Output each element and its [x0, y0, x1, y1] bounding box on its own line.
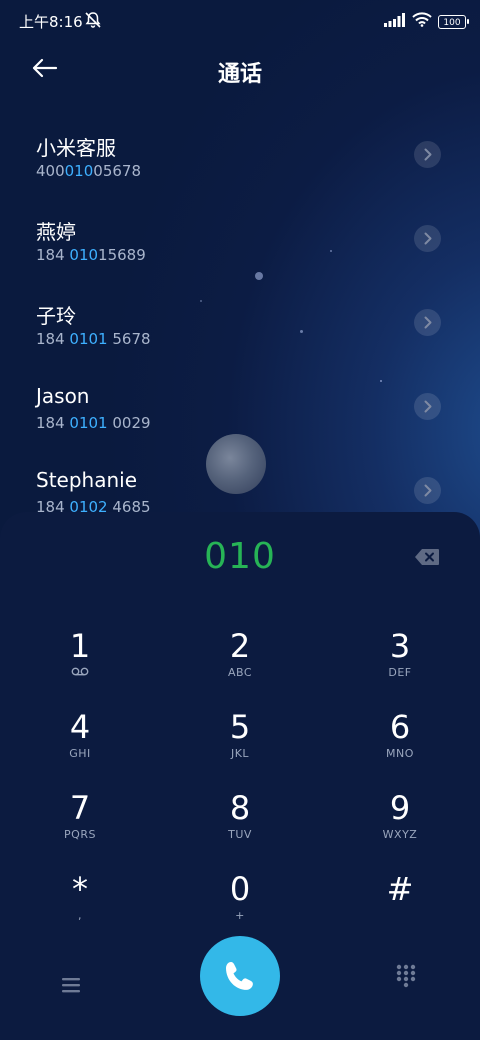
contact-name: 小米客服 — [36, 136, 116, 160]
key-0[interactable]: 0 + — [185, 865, 295, 937]
key-9[interactable]: 9 WXYZ — [345, 784, 455, 856]
battery-icon: 100 — [438, 14, 469, 29]
contact-item[interactable]: 子玲 184 0101 5678 — [0, 280, 480, 364]
key-4[interactable]: 4 GHI — [25, 703, 135, 775]
dial-entry[interactable]: 010 — [0, 536, 480, 577]
call-button[interactable] — [200, 936, 280, 1016]
dialpad-panel: 010 1 2 ABC 3 DEF 4 GHI 5 JKL 6 MNO 7 PQ… — [0, 512, 480, 1040]
key-3[interactable]: 3 DEF — [345, 622, 455, 694]
wifi-icon — [412, 12, 432, 31]
page-title: 通话 — [217, 62, 262, 87]
chevron-right-icon[interactable] — [414, 309, 441, 336]
contact-number: 184 01015689 — [36, 246, 146, 264]
contact-item[interactable]: 燕婷 184 01015689 — [0, 196, 480, 280]
contact-number: 184 0101 0029 — [36, 414, 151, 432]
voicemail-icon — [25, 666, 135, 679]
contact-list: 小米客服 40001005678 燕婷 184 01015689 子玲 184 … — [0, 112, 480, 532]
key-star[interactable]: * , — [25, 865, 135, 937]
phone-icon — [226, 962, 253, 990]
contact-name: Jason — [36, 384, 90, 408]
status-time: 上午8:16 — [19, 13, 83, 31]
key-6[interactable]: 6 MNO — [345, 703, 455, 775]
status-icons: 100 — [384, 12, 469, 31]
contact-number: 184 0101 5678 — [36, 330, 151, 348]
bell-muted-icon — [84, 11, 102, 33]
contact-name: 燕婷 — [36, 220, 76, 244]
backspace-icon[interactable] — [414, 548, 440, 570]
contact-name: Stephanie — [36, 468, 138, 492]
chevron-right-icon[interactable] — [414, 225, 441, 252]
status-bar: 上午8:16 100 — [0, 0, 480, 42]
signal-icon — [384, 12, 406, 31]
key-1[interactable]: 1 — [25, 622, 135, 694]
chevron-right-icon[interactable] — [414, 393, 441, 420]
key-8[interactable]: 8 TUV — [185, 784, 295, 856]
key-2[interactable]: 2 ABC — [185, 622, 295, 694]
contact-number: 40001005678 — [36, 162, 141, 180]
key-hash[interactable]: # — [345, 865, 455, 937]
chevron-right-icon[interactable] — [414, 477, 441, 504]
menu-icon[interactable] — [60, 976, 82, 998]
header: 通话 — [0, 48, 480, 92]
contact-item[interactable]: 小米客服 40001005678 — [0, 112, 480, 196]
contact-item[interactable]: Jason 184 0101 0029 — [0, 364, 480, 448]
chevron-right-icon[interactable] — [414, 141, 441, 168]
dialpad-icon[interactable] — [396, 964, 416, 992]
contact-name: 子玲 — [36, 304, 76, 328]
key-7[interactable]: 7 PQRS — [25, 784, 135, 856]
key-5[interactable]: 5 JKL — [185, 703, 295, 775]
